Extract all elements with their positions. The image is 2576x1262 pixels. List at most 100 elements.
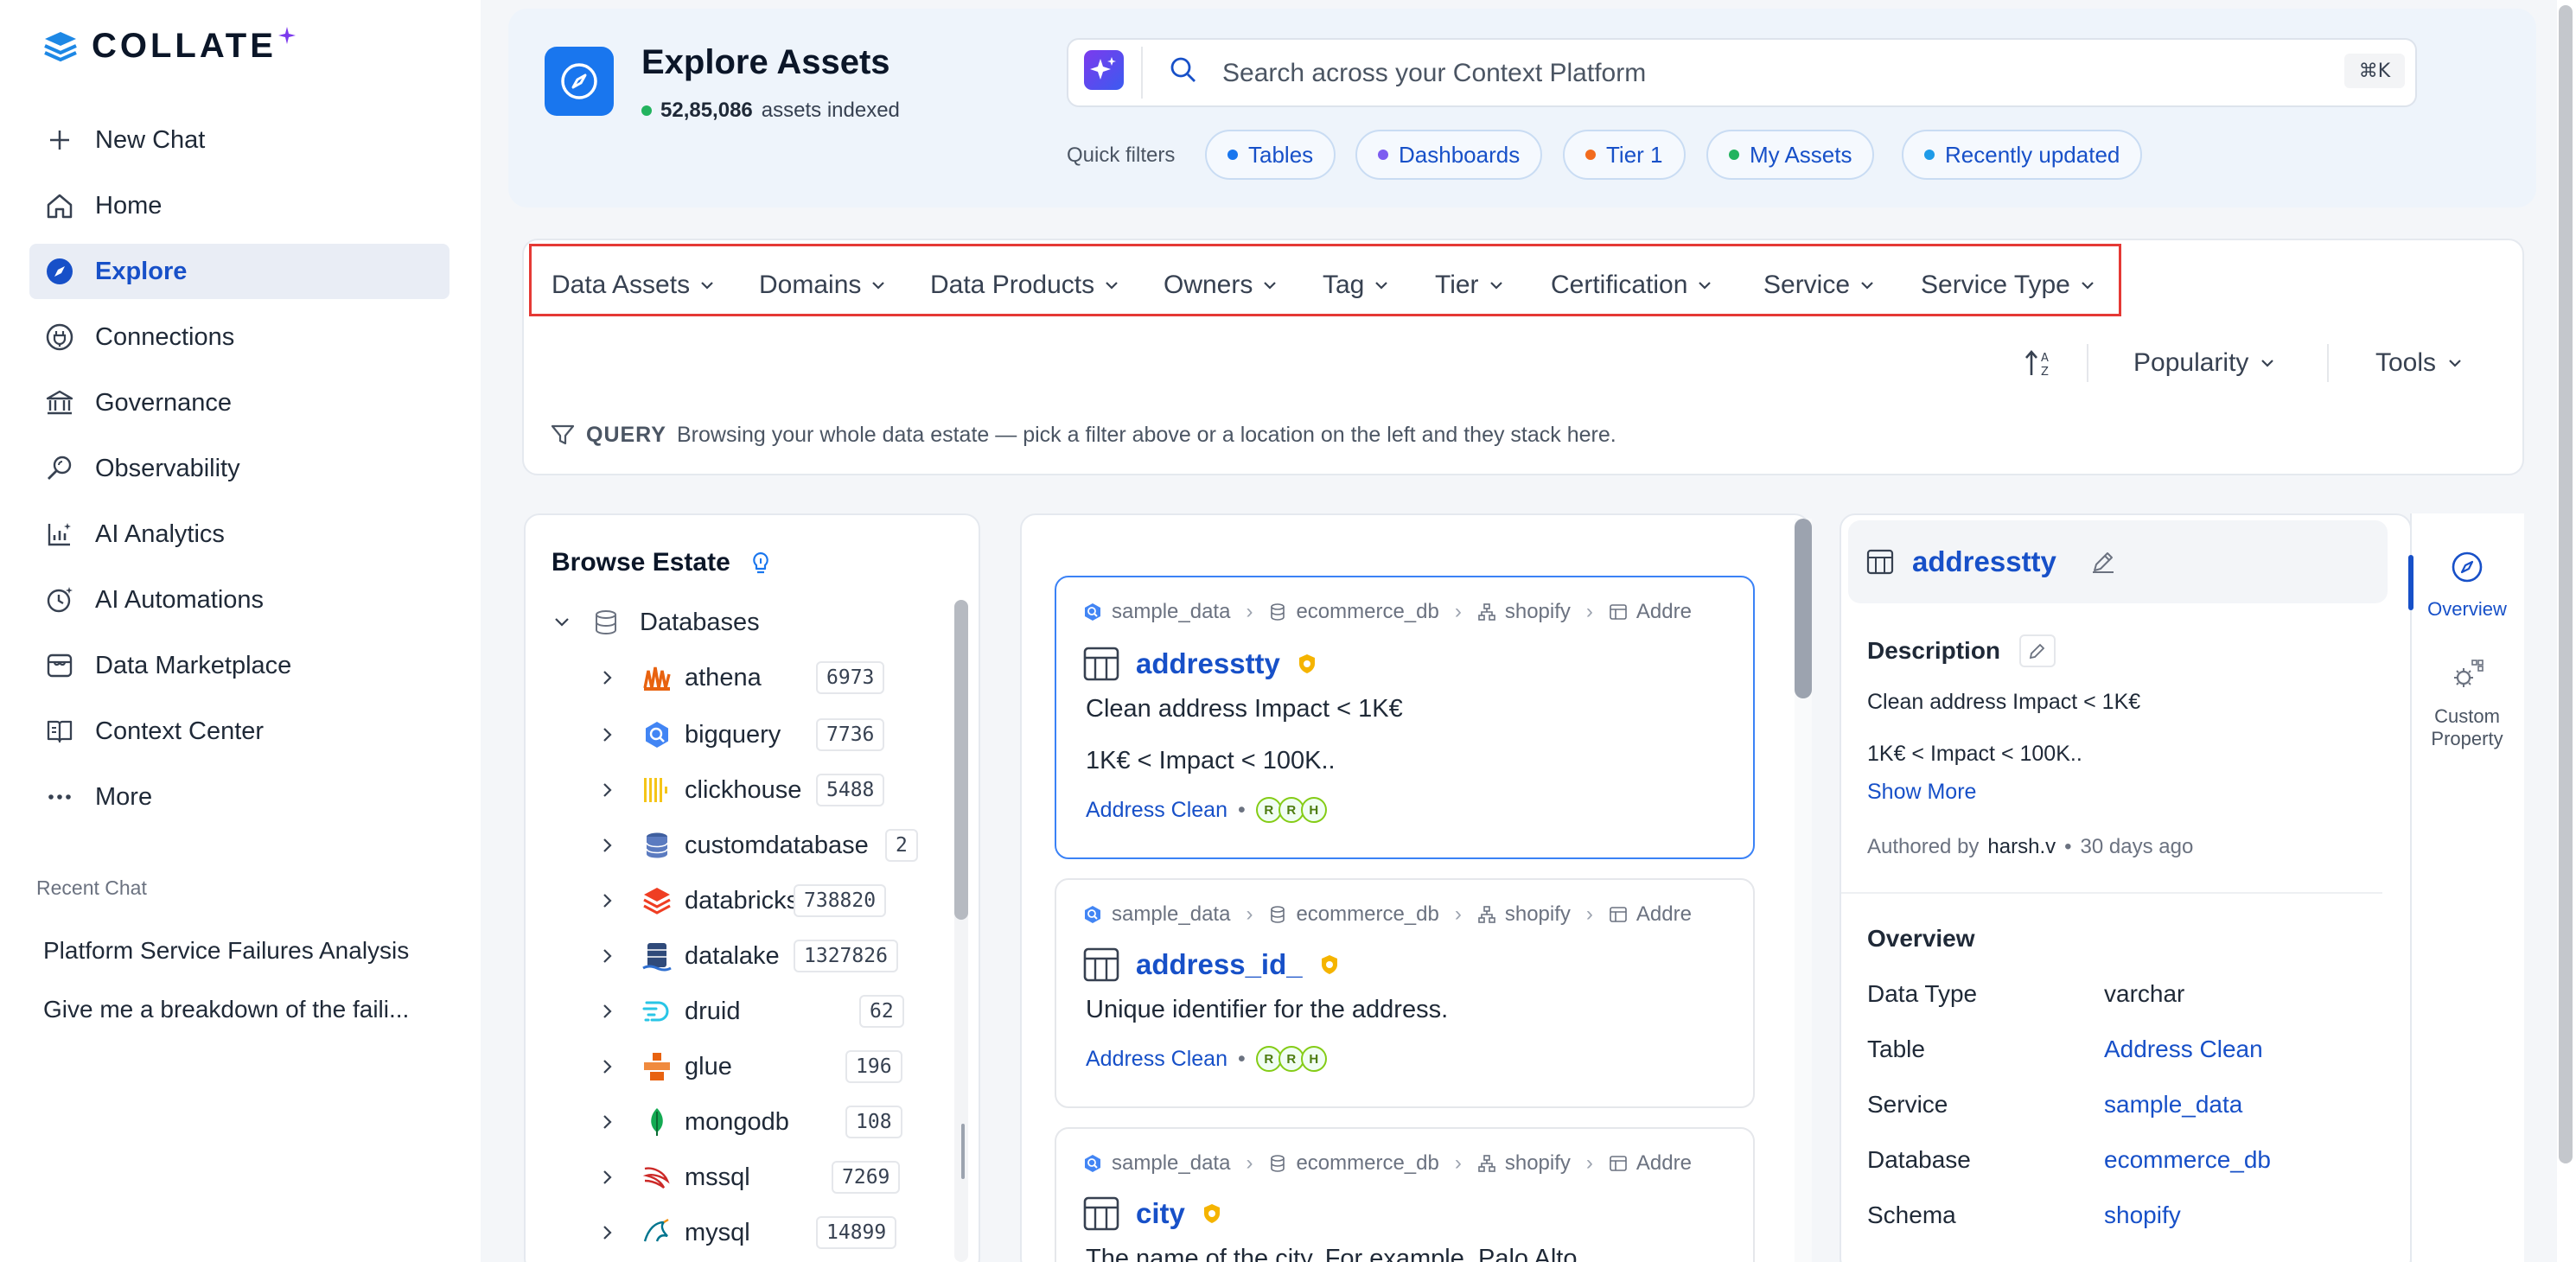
result-table-link[interactable]: Address Clean: [1086, 798, 1227, 823]
result-title-text[interactable]: addresstty: [1136, 647, 1280, 680]
tree-node-mongodb[interactable]: mongodb: [596, 1105, 789, 1139]
schema-icon: [1478, 1155, 1495, 1172]
sidebar-item-governance[interactable]: Governance: [29, 375, 450, 430]
show-more-link[interactable]: Show More: [1867, 780, 1976, 805]
sidebar-item-connections[interactable]: Connections: [29, 309, 450, 365]
result-title-text[interactable]: address_id_: [1136, 948, 1303, 981]
resize-handle[interactable]: [961, 1124, 965, 1179]
result-description: Unique identifier for the address.: [1086, 996, 1449, 1023]
sidebar-item-more[interactable]: More: [29, 769, 450, 825]
breadcrumb-table[interactable]: Addre: [1636, 902, 1692, 927]
tree-node-customdatabase[interactable]: customdatabase: [596, 828, 869, 863]
overview-value-database[interactable]: ecommerce_db: [2104, 1146, 2271, 1174]
sidebar-item-context-center[interactable]: Context Center: [29, 704, 450, 759]
sidebar-item-observability[interactable]: Observability: [29, 441, 450, 496]
sort-by-select[interactable]: Popularity: [2133, 344, 2276, 382]
count-badge: 62: [859, 995, 904, 1028]
author-name[interactable]: harsh.v: [1987, 835, 2056, 859]
edit-description-button[interactable]: [2019, 634, 2056, 667]
bigquery-icon: [640, 717, 674, 752]
filter-domains[interactable]: Domains: [759, 266, 887, 304]
filter-tag[interactable]: Tag: [1323, 266, 1390, 304]
overview-value-service[interactable]: sample_data: [2104, 1091, 2242, 1119]
tree-node-clickhouse[interactable]: clickhouse: [596, 773, 801, 807]
count-badge: 1327826: [794, 940, 898, 972]
owner-avatars[interactable]: R R H: [1255, 797, 1327, 823]
result-title[interactable]: city: [1082, 1195, 1223, 1233]
sidebar-item-new-chat[interactable]: New Chat: [29, 112, 450, 168]
tree-node-databases[interactable]: Databases: [552, 605, 760, 640]
browse-scrollbar-thumb[interactable]: [954, 600, 968, 920]
breadcrumb-table[interactable]: Addre: [1636, 1151, 1692, 1176]
tree-node-bigquery[interactable]: bigquery: [596, 717, 781, 752]
breadcrumb-schema[interactable]: shopify: [1505, 1151, 1571, 1176]
result-table-link[interactable]: Address Clean: [1086, 1047, 1227, 1072]
breadcrumb-database[interactable]: ecommerce_db: [1296, 600, 1438, 624]
breadcrumb-schema[interactable]: shopify: [1505, 902, 1571, 927]
chip-label: My Assets: [1750, 141, 1852, 168]
edit-icon[interactable]: [2089, 548, 2117, 576]
breadcrumb-service[interactable]: sample_data: [1112, 902, 1230, 927]
owner-avatars[interactable]: R R H: [1255, 1046, 1327, 1072]
filter-service-type[interactable]: Service Type: [1921, 266, 2096, 304]
tree-node-mssql[interactable]: mssql: [596, 1160, 750, 1195]
tree-node-glue[interactable]: glue: [596, 1049, 732, 1084]
sort-az-icon[interactable]: AZ: [2023, 346, 2057, 380]
bullet-separator: •: [2064, 835, 2072, 858]
quick-filter-tables[interactable]: Tables: [1205, 130, 1336, 180]
sidebar-item-ai-analytics[interactable]: AI Analytics: [29, 507, 450, 562]
breadcrumb-database[interactable]: ecommerce_db: [1296, 1151, 1438, 1176]
breadcrumb-service[interactable]: sample_data: [1112, 1151, 1230, 1176]
overview-key: Database: [1867, 1146, 1971, 1173]
ai-search-button[interactable]: [1084, 50, 1124, 90]
quick-filter-my-assets[interactable]: My Assets: [1706, 130, 1875, 180]
result-title[interactable]: address_id_: [1082, 946, 1341, 984]
breadcrumb-database[interactable]: ecommerce_db: [1296, 902, 1438, 927]
filter-owners[interactable]: Owners: [1164, 266, 1278, 304]
clock-spark-icon: [43, 583, 76, 616]
quick-filter-recently-updated[interactable]: Recently updated: [1902, 130, 2143, 180]
avatar[interactable]: H: [1300, 797, 1327, 823]
tree-node-athena[interactable]: athena: [596, 660, 762, 695]
count-badge: 5488: [816, 774, 885, 806]
logo[interactable]: COLLATE: [41, 26, 296, 66]
sidebar-item-data-marketplace[interactable]: Data Marketplace: [29, 638, 450, 693]
breadcrumb-schema[interactable]: shopify: [1505, 600, 1571, 624]
tree-node-druid[interactable]: druid: [596, 994, 741, 1029]
rail-tab-overview[interactable]: Overview: [2410, 550, 2524, 628]
results-scrollbar-thumb[interactable]: [1795, 519, 1812, 698]
tree-node-mysql[interactable]: mysql: [596, 1215, 750, 1250]
breadcrumb-table[interactable]: Addre: [1636, 600, 1692, 624]
tools-select[interactable]: Tools: [2375, 344, 2464, 382]
overview-value-schema[interactable]: shopify: [2104, 1201, 2181, 1229]
result-card[interactable]: sample_data › ecommerce_db › shopify › A…: [1055, 1127, 1755, 1262]
sidebar-item-ai-automations[interactable]: AI Automations: [29, 572, 450, 628]
avatar[interactable]: H: [1300, 1046, 1327, 1072]
sidebar-item-explore[interactable]: Explore: [29, 244, 450, 299]
search-input[interactable]: Search across your Context Platform: [1222, 59, 1646, 88]
filter-tier[interactable]: Tier: [1435, 266, 1505, 304]
detail-title[interactable]: addresstty: [1912, 545, 2056, 578]
sidebar-item-home[interactable]: Home: [29, 178, 450, 233]
filter-data-assets[interactable]: Data Assets: [552, 266, 716, 304]
filter-certification[interactable]: Certification: [1551, 266, 1713, 304]
breadcrumb-service[interactable]: sample_data: [1112, 600, 1230, 624]
filter-service[interactable]: Service: [1763, 266, 1876, 304]
lightbulb-icon[interactable]: [748, 550, 774, 576]
quick-filter-tier-1[interactable]: Tier 1: [1563, 130, 1686, 180]
recent-chat-item[interactable]: Give me a breakdown of the faili...: [43, 996, 450, 1023]
overview-value-table[interactable]: Address Clean: [2104, 1036, 2263, 1063]
page-scrollbar-thumb[interactable]: [2559, 5, 2573, 1163]
quick-filter-dashboards[interactable]: Dashboards: [1355, 130, 1543, 180]
result-card[interactable]: sample_data › ecommerce_db › shopify › A…: [1055, 878, 1755, 1108]
rail-tab-custom-property[interactable]: Custom Property: [2410, 657, 2524, 761]
filter-data-products[interactable]: Data Products: [930, 266, 1120, 304]
result-card[interactable]: sample_data › ecommerce_db › shopify › A…: [1055, 576, 1755, 859]
result-title[interactable]: addresstty: [1082, 645, 1318, 683]
recent-chat-item[interactable]: Platform Service Failures Analysis: [43, 937, 450, 965]
tree-node-datalake[interactable]: datalake: [596, 939, 780, 973]
result-title-text[interactable]: city: [1136, 1197, 1185, 1230]
breadcrumb-separator: ›: [1454, 1151, 1462, 1175]
bigquery-icon: [1085, 906, 1100, 923]
tree-node-databricks[interactable]: databricks: [596, 883, 799, 918]
